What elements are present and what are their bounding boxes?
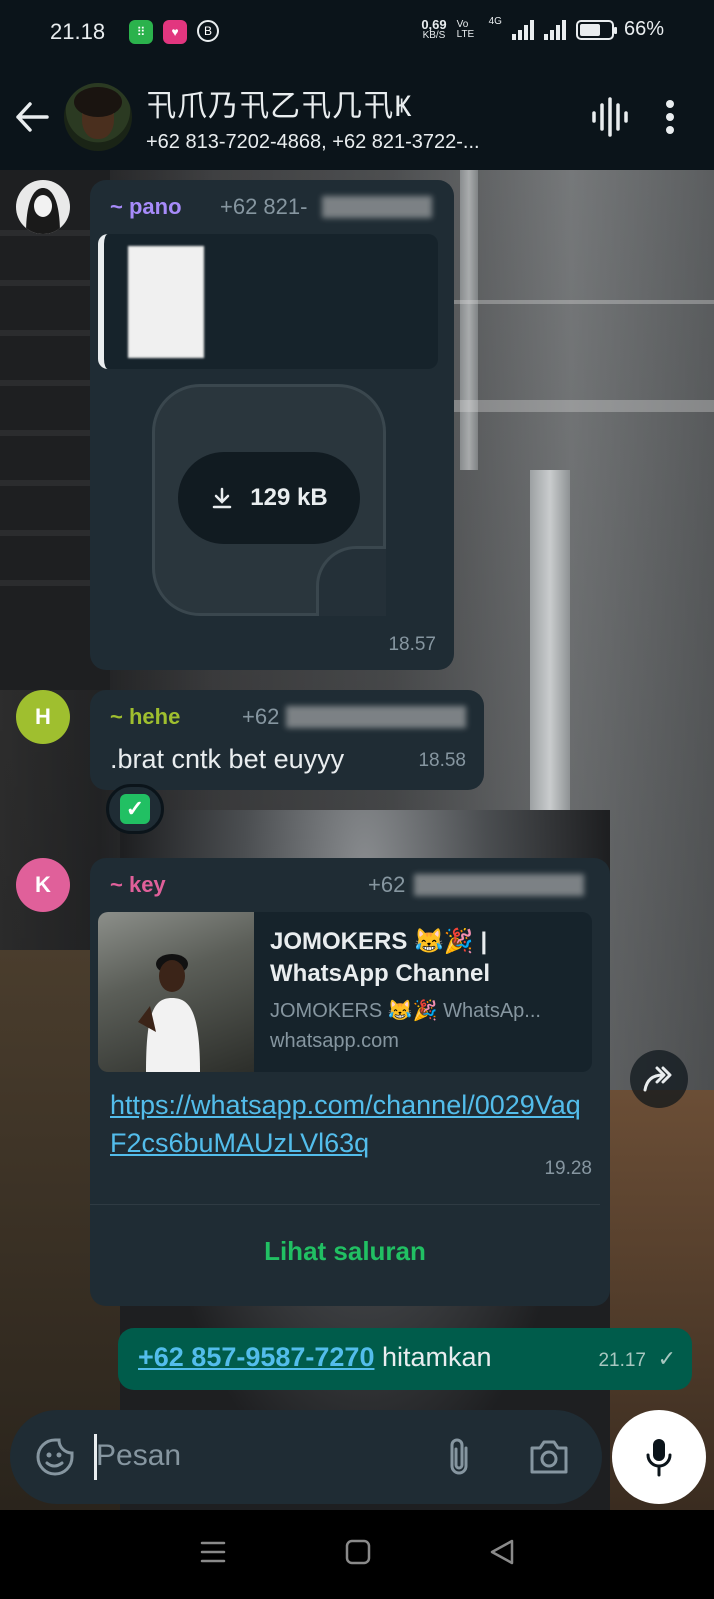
sender-number: +62 821- — [220, 194, 308, 219]
page-fold-icon — [316, 546, 386, 616]
download-button[interactable]: 129 kB — [178, 452, 360, 544]
signal-icon — [511, 19, 534, 40]
person-image — [138, 954, 200, 1072]
status-indicators: 0,69 KB/S Vo LTE 4G 66% — [421, 16, 664, 41]
battery-icon — [575, 19, 617, 40]
forward-icon — [643, 1066, 672, 1092]
business-icon: B — [197, 20, 220, 42]
message-text: hitamkan — [374, 1342, 492, 1372]
redacted-number — [414, 874, 584, 896]
net-speed-unit: KB/S — [422, 29, 446, 41]
group-info[interactable]: 卂爪乃卂乙卂几卂Ҝ +62 813-7202-4868, +62 821-372… — [146, 81, 580, 154]
battery-percent: 66% — [623, 18, 664, 40]
status-time: 21.18 — [50, 19, 106, 44]
sender-number: +62 — [368, 872, 406, 897]
message-bubble[interactable]: ~ hehe +62 .brat cntk bet euyyy 18.58 — [90, 690, 484, 790]
link-description: JOMOKERS 😹🎉 WhatsAp... — [270, 1000, 541, 1022]
mention-link[interactable]: +62 857-9587-7270 — [138, 1342, 374, 1372]
signal-icon — [543, 19, 566, 40]
message-time: 18.57 — [388, 634, 436, 655]
recent-apps-icon[interactable] — [200, 1540, 226, 1569]
message-link[interactable]: https://whatsapp.com/channel/0029VaqF2cs… — [110, 1086, 590, 1162]
link-preview[interactable]: JOMOKERS 😹🎉 | WhatsApp Channel JOMOKERS … — [98, 912, 592, 1072]
sender-avatar[interactable] — [16, 180, 70, 234]
sender-name[interactable]: ~ hehe — [110, 704, 180, 730]
message-composer — [10, 1410, 602, 1504]
back-nav-icon[interactable] — [490, 1539, 514, 1570]
link-title: JOMOKERS 😹🎉 | WhatsApp Channel — [270, 928, 490, 987]
group-avatar[interactable] — [64, 83, 132, 151]
more-options-icon[interactable] — [640, 87, 700, 147]
message-time: 18.58 — [418, 750, 466, 771]
divider — [90, 1204, 600, 1205]
redacted-quote — [128, 246, 204, 358]
message-time: 21.17 — [598, 1350, 646, 1371]
link-domain: whatsapp.com — [270, 1030, 399, 1052]
sender-number: +62 — [242, 704, 280, 729]
sender-name[interactable]: ~ pano — [110, 194, 182, 220]
message-bubble[interactable]: ~ key +62 JOMOKERS 😹🎉 | WhatsApp Channel… — [90, 858, 610, 1306]
home-icon[interactable] — [345, 1539, 371, 1570]
voice-record-button[interactable] — [612, 1410, 706, 1504]
sender-name[interactable]: ~ key — [110, 872, 166, 898]
message-time: 19.28 — [544, 1158, 592, 1179]
sender-avatar[interactable]: H — [16, 690, 70, 744]
voice-chat-icon[interactable] — [580, 87, 640, 147]
group-name: 卂爪乃卂乙卂几卂Ҝ — [146, 89, 413, 123]
app-notification-icon: ♥ — [163, 20, 188, 44]
message-bubble[interactable]: ~ pano +62 821- 129 kB 18.57 — [90, 180, 454, 670]
back-arrow-icon[interactable] — [0, 64, 64, 170]
sticker-icon[interactable] — [30, 1432, 80, 1482]
volte-label: Vo LTE — [456, 18, 475, 40]
download-icon — [213, 487, 232, 509]
sent-check-icon: ✓ — [657, 1346, 676, 1371]
link-thumbnail — [98, 912, 254, 1072]
outgoing-message-bubble[interactable]: +62 857-9587-7270 hitamkan 21.17 ✓ — [118, 1328, 692, 1390]
network-type: 4G — [488, 16, 502, 27]
redacted-number — [286, 706, 466, 728]
app-notification-icon: ⠿ — [129, 20, 154, 44]
net-speed-value: 0,69 — [421, 16, 447, 32]
chat-header: 卂爪乃卂乙卂几卂Ҝ +62 813-7202-4868, +62 821-372… — [0, 64, 714, 170]
attachment-size: 129 kB — [250, 484, 328, 511]
view-channel-button[interactable]: Lihat saluran — [90, 1206, 600, 1296]
message-input[interactable] — [96, 1432, 436, 1480]
quoted-message[interactable] — [98, 234, 438, 369]
message-text: .brat cntk bet euyyy — [110, 744, 345, 774]
status-bar: 21.18 ⠿ ♥ B 0,69 KB/S Vo LTE 4G 66% — [0, 0, 714, 64]
microphone-icon — [646, 1439, 672, 1477]
battery-fill — [579, 23, 600, 36]
attach-icon[interactable] — [434, 1432, 484, 1482]
reaction-badge[interactable]: ✓ — [106, 784, 164, 834]
camera-icon[interactable] — [524, 1432, 574, 1482]
system-navigation-bar — [0, 1510, 714, 1599]
check-mark-emoji-icon: ✓ — [120, 794, 150, 824]
forward-button[interactable] — [630, 1050, 688, 1108]
net-speed: 0,69 KB/S — [421, 16, 447, 41]
notification-icons: ⠿ ♥ B — [129, 20, 220, 44]
group-members: +62 813-7202-4868, +62 821-3722-... — [146, 130, 480, 153]
redacted-number — [322, 196, 432, 218]
sender-avatar[interactable]: K — [16, 858, 70, 912]
